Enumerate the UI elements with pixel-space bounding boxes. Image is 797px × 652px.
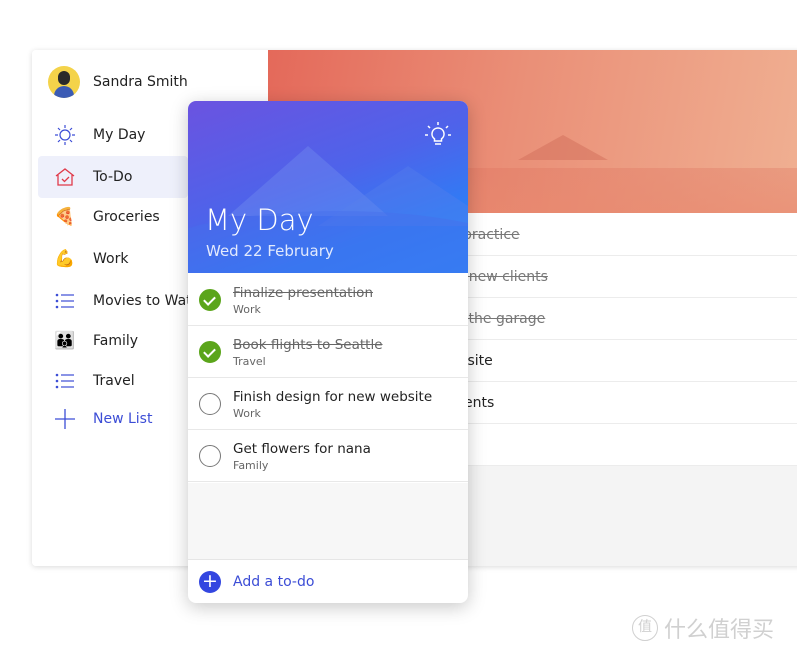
plus-circle-icon: + <box>199 570 221 593</box>
watermark-seal: 值 <box>632 615 658 641</box>
plus-icon <box>54 408 76 430</box>
checked-circle-icon[interactable] <box>199 341 221 363</box>
flexed-biceps-icon: 💪 <box>54 249 76 269</box>
sidebar-item-label: My Day <box>93 127 146 143</box>
list-icon <box>54 290 76 312</box>
sidebar-item-to-do[interactable]: To-Do <box>38 156 188 198</box>
sidebar-item-label: Work <box>93 251 129 267</box>
new-list-button[interactable]: New List <box>38 398 188 440</box>
add-todo-label: Add a to-do <box>233 573 315 590</box>
watermark: 值 什么值得买 <box>632 612 774 644</box>
my-day-header: My Day Wed 22 February <box>188 101 468 273</box>
lightbulb-icon[interactable] <box>424 121 452 149</box>
task-list-name: Work <box>233 407 261 420</box>
sidebar-item-label: Family <box>93 333 139 349</box>
task-title: Get flowers for nana <box>233 441 371 457</box>
task-title: Book flights to Seattle <box>233 337 383 353</box>
task-item[interactable]: Finish design for new website Work <box>188 378 468 430</box>
sun-icon <box>54 124 76 146</box>
task-item[interactable]: Finalize presentation Work <box>188 274 468 326</box>
sidebar-item-groceries[interactable]: 🍕 Groceries <box>38 196 188 238</box>
sidebar-item-label: To-Do <box>93 169 133 185</box>
sidebar-item-my-day[interactable]: My Day <box>38 114 188 156</box>
avatar <box>48 66 80 98</box>
sidebar-item-travel[interactable]: Travel <box>38 360 188 402</box>
task-title: Finalize presentation <box>233 285 373 301</box>
sidebar-item-work[interactable]: 💪 Work <box>38 238 188 280</box>
watermark-text: 什么值得买 <box>664 618 775 643</box>
checked-circle-icon[interactable] <box>199 289 221 311</box>
task-title: Finish design for new website <box>233 389 433 405</box>
home-check-icon <box>54 166 76 188</box>
my-day-card: My Day Wed 22 February Finalize presenta… <box>188 101 468 603</box>
empty-circle-icon[interactable] <box>199 445 221 467</box>
sidebar-item-label: Groceries <box>93 209 160 225</box>
new-list-label: New List <box>93 411 153 427</box>
user-name: Sandra Smith <box>93 74 188 90</box>
pizza-icon: 🍕 <box>54 207 76 227</box>
sidebar-item-label: Travel <box>93 373 135 389</box>
empty-circle-icon[interactable] <box>199 393 221 415</box>
task-list-name: Family <box>233 459 269 472</box>
task-list-name: Travel <box>233 355 266 368</box>
date-label: Wed 22 February <box>206 242 334 260</box>
task-item[interactable]: Book flights to Seattle Travel <box>188 326 468 378</box>
list-icon <box>54 370 76 392</box>
task-list-name: Work <box>233 303 261 316</box>
user-profile[interactable]: Sandra Smith <box>48 66 188 98</box>
page-title: My Day <box>205 203 314 237</box>
add-todo-button[interactable]: + Add a to-do <box>188 560 468 603</box>
task-item[interactable]: Get flowers for nana Family <box>188 430 468 482</box>
sidebar-item-family[interactable]: 👪 Family <box>38 320 188 362</box>
family-icon: 👪 <box>54 331 76 351</box>
empty-area <box>188 483 468 560</box>
